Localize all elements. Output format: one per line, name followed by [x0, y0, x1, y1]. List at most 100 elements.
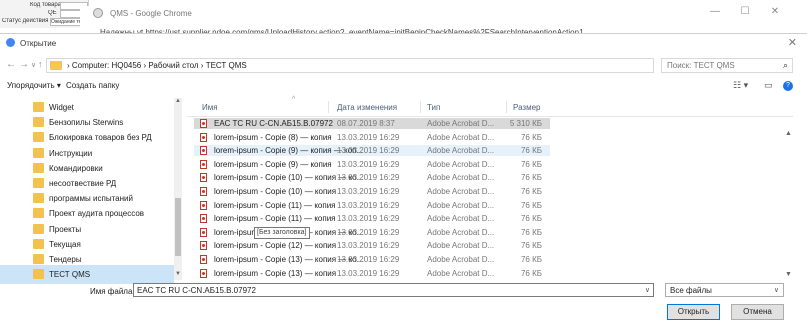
file-row[interactable]: lorem-ipsum - Copie (12) — копия 13.03.20…	[194, 240, 550, 251]
file-row[interactable]: lorem-ipsum - Copie (9) — копия — коп...…	[194, 145, 550, 157]
file-name: lorem-ipsum - Copie (10) — копия	[214, 187, 337, 196]
back-arrow-icon[interactable]: ←	[6, 59, 16, 70]
sidebar-item[interactable]: ТЕСТ QMS	[0, 265, 174, 285]
tooltip: [Без заголовка]	[254, 227, 310, 239]
file-type: Adobe Acrobat D...	[427, 159, 495, 169]
file-list-scrollbar[interactable]: ▲ ▼	[783, 98, 793, 280]
sidebar-item-label: Текущая	[49, 239, 81, 249]
file-row[interactable]: lorem-ipsum - Copie (13) — копия — ко...…	[194, 254, 550, 265]
file-date: 08.07.2019 8:37	[337, 119, 395, 128]
view-options-icon[interactable]: ☷ ▾	[733, 80, 748, 91]
chevron-down-icon[interactable]: ∨	[31, 61, 36, 69]
scroll-down-icon[interactable]: ▼	[175, 271, 181, 277]
help-icon[interactable]: ?	[783, 81, 793, 91]
sidebar-scroll-thumb[interactable]	[175, 198, 181, 256]
excel-strip: Код товара QE Статус действия Ожидание т…	[0, 0, 89, 28]
file-date: 13.03.2019 16:29	[337, 200, 400, 210]
new-folder-button[interactable]: Создать папку	[66, 81, 119, 90]
file-type: Adobe Acrobat D...	[427, 227, 495, 237]
file-type-select[interactable]: Все файлы ∨	[665, 283, 784, 297]
chevron-down-icon[interactable]: ∨	[774, 286, 779, 294]
file-type-value: Все файлы	[670, 286, 712, 295]
search-icon: ⌕	[782, 60, 788, 70]
search-input[interactable]: Поиск: ТЕСТ QMS ⌕	[661, 58, 793, 73]
excel-row: Статус действия Ожидание те	[0, 18, 88, 26]
cancel-button[interactable]: Отмена	[731, 304, 784, 320]
pdf-file-icon	[200, 119, 207, 128]
minimize-icon[interactable]: —	[705, 6, 725, 17]
column-name-header[interactable]: Имя	[202, 103, 218, 112]
folder-icon	[33, 254, 44, 264]
excel-row-label: Код товара	[30, 2, 62, 8]
folder-icon	[33, 193, 44, 204]
address-bar[interactable]: › Computer: HQ0456 › Рабочий стол › ТЕСТ…	[46, 58, 681, 73]
file-date: 13.03.2019 16:29	[337, 146, 400, 156]
file-type: Adobe Acrobat D...	[427, 200, 495, 210]
pdf-file-icon	[200, 159, 207, 169]
file-row[interactable]: lorem-ipsum - Copie (10) — копия — ко...…	[194, 172, 550, 183]
sidebar-item-label: программы испытаний	[49, 194, 133, 204]
file-row[interactable]: lorem-ipsum - Copie (11) — копия 13.03.20…	[194, 200, 550, 211]
sidebar-item-label: Проект аудита процессов	[49, 209, 145, 219]
folder-icon	[33, 132, 44, 143]
pdf-file-icon	[200, 227, 207, 237]
file-date: 13.03.2019 16:29	[337, 255, 400, 264]
file-row[interactable]: lorem-ipsum - Copie (11) — копия 13.03.20…	[194, 213, 550, 224]
folder-icon	[33, 178, 44, 188]
file-size: 76 КБ	[520, 255, 542, 264]
filename-label: Имя файла:	[90, 287, 135, 296]
filename-value: EAC TC RU C-CN.АБ15.В.07972	[137, 286, 256, 295]
file-row[interactable]: lorem-ipsum - Copie (12) — копия — ко...…	[194, 227, 550, 238]
file-row[interactable]: lorem-ipsum - Copie (9) — копия 13.03.201…	[194, 159, 550, 170]
pdf-file-icon	[200, 200, 207, 210]
pdf-file-icon	[200, 241, 207, 251]
sidebar-item-label: Инструкции	[49, 148, 93, 158]
folder-icon	[33, 238, 44, 249]
dialog-title: Открытие	[20, 39, 57, 48]
column-date-header[interactable]: Дата изменения	[337, 103, 397, 112]
close-window-icon[interactable]: ✕	[765, 6, 785, 17]
close-icon[interactable]: ✕	[788, 36, 797, 49]
file-type: Adobe Acrobat D...	[427, 146, 495, 156]
file-size: 76 КБ	[520, 268, 542, 278]
file-type: Adobe Acrobat D...	[427, 255, 495, 264]
folder-icon	[33, 102, 44, 112]
file-size: 76 КБ	[520, 227, 542, 237]
file-row[interactable]: lorem-ipsum - Copie (10) — копия 13.03.20…	[194, 186, 550, 197]
forward-arrow-icon[interactable]: →	[19, 59, 29, 70]
pdf-file-icon	[200, 255, 207, 264]
file-type: Adobe Acrobat D...	[427, 214, 495, 224]
file-row[interactable]: EAC TC RU C-CN.АБ15.В.07972 08.07.2019 8:…	[194, 118, 550, 129]
scroll-down-icon[interactable]: ▼	[785, 271, 792, 278]
column-type-header[interactable]: Тип	[427, 103, 440, 112]
file-type: Adobe Acrobat D...	[427, 132, 495, 142]
file-name: lorem-ipsum - Copie (11) — копия	[214, 200, 336, 210]
file-row[interactable]: lorem-ipsum - Copie (13) — копия 13.03.20…	[194, 268, 550, 279]
folder-icon	[33, 147, 44, 158]
sidebar-item-label: Тендеры	[49, 255, 82, 264]
sidebar-folder-tree: Widget Бензопилы Sterwins Блокировка товар…	[0, 98, 182, 285]
maximize-icon[interactable]: ☐	[735, 6, 755, 17]
column-size-header[interactable]: Размер	[513, 103, 541, 112]
file-row[interactable]: lorem-ipsum - Copie (8) — копия 13.03.201…	[194, 132, 550, 143]
chevron-down-icon[interactable]: ∨	[645, 286, 650, 294]
excel-row-label: Статус действия	[2, 18, 49, 24]
sort-caret-icon: ^	[292, 96, 296, 103]
file-type: Adobe Acrobat D...	[427, 241, 495, 251]
toolbar: Упорядочить ▾ Создать папку ☷ ▾ ▭ ?	[0, 78, 807, 95]
organize-button[interactable]: Упорядочить ▾	[7, 81, 61, 90]
pdf-file-icon	[200, 268, 207, 278]
preview-pane-icon[interactable]: ▭	[764, 80, 773, 91]
up-arrow-icon[interactable]: ↑	[38, 59, 43, 69]
open-button[interactable]: Открыть	[667, 304, 720, 320]
filename-input[interactable]: EAC TC RU C-CN.АБ15.В.07972 ∨	[133, 283, 654, 297]
file-name: lorem-ipsum - Copie (9) — копия	[214, 159, 332, 169]
file-type: Adobe Acrobat D...	[427, 187, 495, 196]
pdf-file-icon	[200, 173, 207, 183]
file-date: 13.03.2019 16:29	[337, 159, 400, 169]
file-size: 76 КБ	[520, 241, 542, 251]
scroll-up-icon[interactable]: ▲	[785, 130, 792, 137]
file-type: Adobe Acrobat D...	[427, 119, 495, 128]
chrome-icon	[6, 38, 15, 47]
scroll-up-icon[interactable]: ▲	[175, 98, 181, 104]
